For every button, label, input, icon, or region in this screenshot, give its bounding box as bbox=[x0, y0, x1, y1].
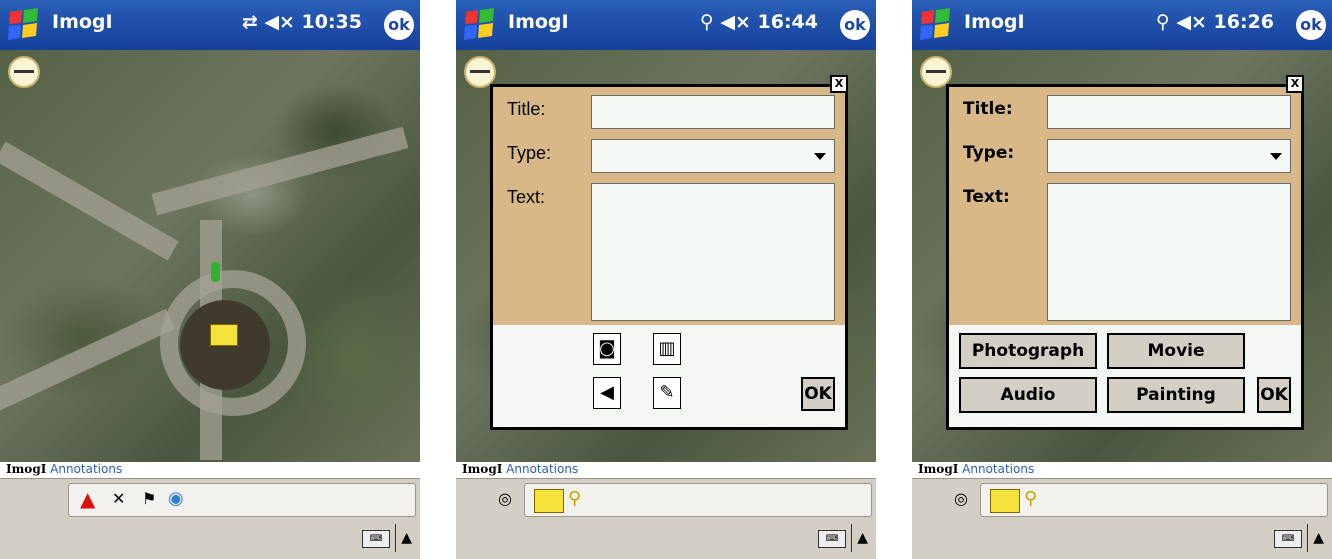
keyboard-icon[interactable]: ⌨ bbox=[818, 530, 846, 548]
eye-icon[interactable]: ◎ bbox=[498, 487, 512, 511]
paint-icon[interactable]: ✎ bbox=[653, 377, 681, 409]
title-label: Title: bbox=[507, 99, 546, 119]
toolbar: ◎ ⚲ bbox=[912, 478, 1332, 519]
keyboard-icon[interactable]: ⌨ bbox=[1274, 530, 1302, 548]
title-bar: ImogI ⚲ ◀× 16:26 ok bbox=[912, 0, 1332, 50]
text-label: Text: bbox=[963, 187, 1010, 207]
bottom-bar: ⌨ ▲ bbox=[912, 518, 1332, 559]
clock: 10:35 bbox=[301, 11, 362, 33]
magnifier-icon[interactable]: ⚲ bbox=[568, 487, 581, 511]
tab-annotations[interactable]: Annotations bbox=[962, 462, 1034, 476]
status-area[interactable]: ⚲ ◀× 16:26 bbox=[1156, 11, 1274, 33]
toolbar: ◎ ⚲ bbox=[456, 478, 876, 519]
ok-button[interactable]: ok bbox=[384, 10, 414, 40]
app-title: ImogI bbox=[964, 11, 1025, 33]
chevron-down-icon bbox=[814, 153, 826, 160]
keyboard-icon[interactable]: ⌨ bbox=[362, 530, 390, 548]
note-icon[interactable] bbox=[990, 489, 1020, 513]
movie-button[interactable]: Movie bbox=[1107, 333, 1245, 369]
text-label: Text: bbox=[507, 187, 546, 207]
tab-imogi[interactable]: ImogI bbox=[912, 462, 958, 476]
type-select[interactable] bbox=[1047, 139, 1291, 173]
film-icon[interactable]: ▥ bbox=[653, 333, 681, 365]
magnifier-icon[interactable]: ⚲ bbox=[1024, 487, 1037, 511]
close-button[interactable]: X bbox=[1286, 75, 1304, 93]
aerial-map[interactable] bbox=[0, 50, 420, 462]
start-menu-icon[interactable] bbox=[6, 8, 42, 42]
note-icon[interactable] bbox=[534, 489, 564, 513]
camera-icon[interactable]: ◙ bbox=[593, 333, 621, 365]
type-select[interactable] bbox=[591, 139, 835, 173]
tab-annotations[interactable]: Annotations bbox=[50, 462, 122, 476]
type-label: Type: bbox=[507, 143, 552, 163]
eye-icon[interactable]: ◎ bbox=[954, 487, 968, 511]
painting-button[interactable]: Painting bbox=[1107, 377, 1245, 413]
sip-arrow-icon[interactable]: ▲ bbox=[401, 530, 412, 546]
title-field[interactable] bbox=[1047, 95, 1291, 129]
tab-imogi[interactable]: ImogI bbox=[0, 462, 46, 476]
speaker-icon[interactable]: ◀ bbox=[593, 377, 621, 409]
app-title: ImogI bbox=[52, 11, 113, 33]
tab-annotations[interactable]: Annotations bbox=[506, 462, 578, 476]
screen-annotation-icons: ImogI ⚲ ◀× 16:44 ok X Title: Type: Text:… bbox=[456, 0, 876, 559]
text-area[interactable] bbox=[591, 183, 835, 321]
dialog-ok-button[interactable]: OK bbox=[801, 377, 835, 411]
start-menu-icon[interactable] bbox=[462, 8, 498, 42]
chevron-down-icon bbox=[1270, 153, 1282, 160]
status-area[interactable]: ⇄ ◀× 10:35 bbox=[242, 11, 362, 33]
app-title: ImogI bbox=[508, 11, 569, 33]
annotation-note-icon[interactable] bbox=[210, 324, 238, 346]
text-area[interactable] bbox=[1047, 183, 1291, 321]
compass-icon[interactable] bbox=[8, 56, 40, 88]
audio-button[interactable]: Audio bbox=[959, 377, 1097, 413]
photograph-button[interactable]: Photograph bbox=[959, 333, 1097, 369]
type-label: Type: bbox=[963, 143, 1015, 163]
title-bar: ImogI ⚲ ◀× 16:44 ok bbox=[456, 0, 876, 50]
user-location-icon[interactable] bbox=[211, 262, 220, 282]
annotation-dialog: X Title: Type: Text: Photograph Movie Au… bbox=[946, 75, 1304, 430]
start-menu-icon[interactable] bbox=[918, 8, 954, 42]
ok-button[interactable]: ok bbox=[840, 10, 870, 40]
title-field[interactable] bbox=[591, 95, 835, 129]
screen-annotation-text: ImogI ⚲ ◀× 16:26 ok X Title: Type: Text:… bbox=[912, 0, 1332, 559]
bottom-bar: ⌨ ▲ bbox=[0, 518, 420, 559]
screen-map: ImogI ⇄ ◀× 10:35 ok ImogI Annotations ▲ … bbox=[0, 0, 420, 559]
tab-imogi[interactable]: ImogI bbox=[456, 462, 502, 476]
dialog-ok-button[interactable]: OK bbox=[1257, 377, 1291, 413]
antenna-icon[interactable]: ⚑ bbox=[142, 487, 156, 511]
toolbar: ▲ ✕ ⚑ ◉ bbox=[0, 478, 420, 519]
annotation-dialog: X Title: Type: Text: ◙ ▥ ◀ ✎ OK bbox=[490, 75, 848, 430]
clock: 16:44 bbox=[757, 11, 818, 33]
tab-strip: ImogI Annotations bbox=[912, 462, 1332, 478]
clock: 16:26 bbox=[1213, 11, 1274, 33]
tab-strip: ImogI Annotations bbox=[0, 462, 420, 478]
status-area[interactable]: ⚲ ◀× 16:44 bbox=[700, 11, 818, 33]
close-button[interactable]: X bbox=[830, 75, 848, 93]
title-label: Title: bbox=[963, 99, 1013, 119]
sip-arrow-icon[interactable]: ▲ bbox=[1313, 530, 1324, 546]
tab-strip: ImogI Annotations bbox=[456, 462, 876, 478]
title-bar: ImogI ⇄ ◀× 10:35 ok bbox=[0, 0, 420, 50]
warning-icon[interactable]: ▲ bbox=[80, 487, 95, 511]
bottom-bar: ⌨ ▲ bbox=[456, 518, 876, 559]
globe-icon[interactable]: ◉ bbox=[168, 487, 184, 511]
ok-button[interactable]: ok bbox=[1296, 10, 1326, 40]
sip-arrow-icon[interactable]: ▲ bbox=[857, 530, 868, 546]
antenna-off-icon[interactable]: ✕ bbox=[112, 487, 125, 511]
